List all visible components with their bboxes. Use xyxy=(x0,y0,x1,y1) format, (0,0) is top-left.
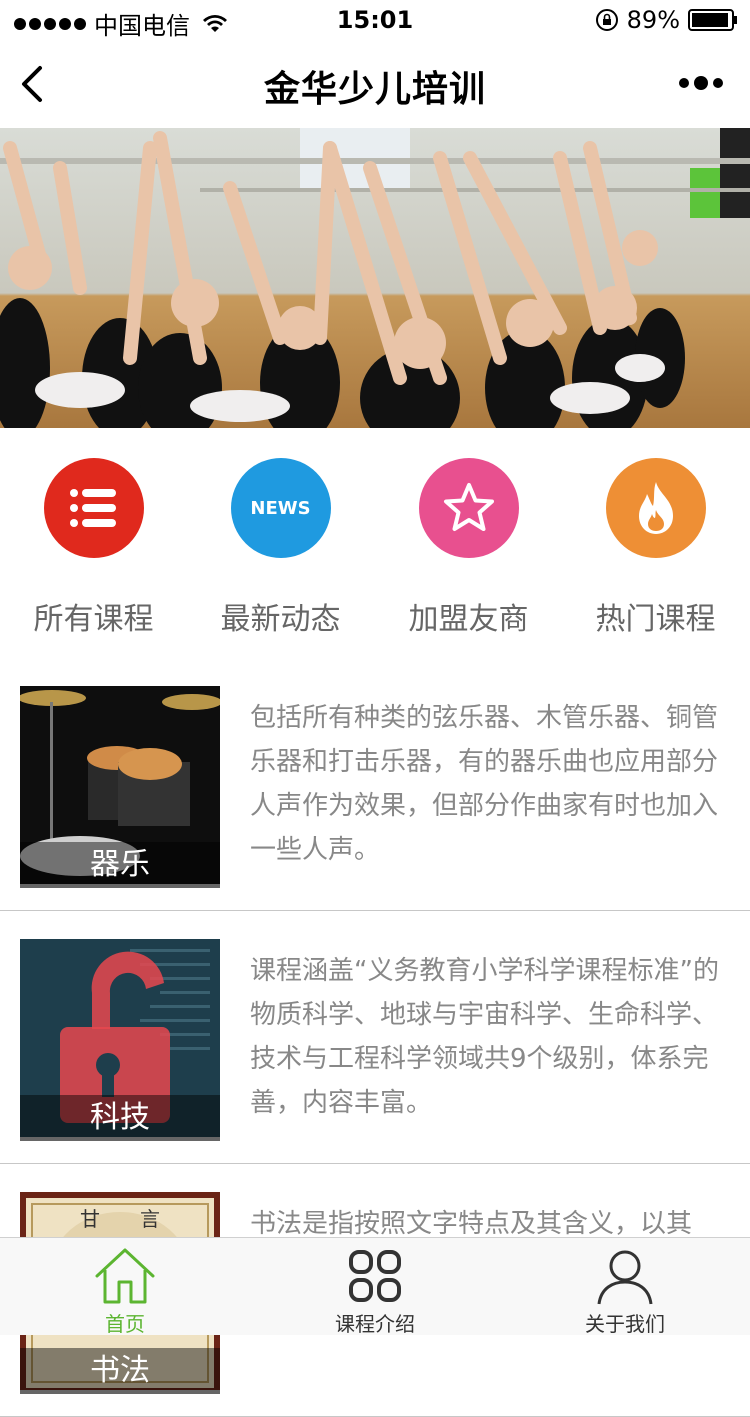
status-right: 89% xyxy=(595,6,738,34)
menu-label: 热门课程 xyxy=(595,602,716,637)
tab-about-us[interactable]: 关于我们 xyxy=(500,1238,750,1336)
list-item[interactable]: 器乐 包括所有种类的弦乐器、木管乐器、铜管乐器和打击乐器，有的器乐曲也应用部分人… xyxy=(0,658,750,911)
course-description: 课程涵盖“义务教育小学科学课程标准”的物质科学、地球与宇宙科学、生命科学、技术与… xyxy=(250,956,719,1118)
page-title: 金华少儿培训 xyxy=(263,69,486,110)
tab-courses[interactable]: 课程介绍 xyxy=(250,1238,500,1336)
home-icon xyxy=(95,1248,155,1304)
list-icon xyxy=(43,458,144,558)
course-thumbnail: 器乐 xyxy=(20,686,220,888)
orientation-lock-icon xyxy=(595,9,618,31)
menu-item-news[interactable]: NEWS 最新动态 xyxy=(187,458,374,638)
menu-label: 最新动态 xyxy=(220,602,341,637)
tab-label: 关于我们 xyxy=(585,1312,665,1336)
banner-image[interactable] xyxy=(0,128,750,428)
course-thumbnail: 科技 xyxy=(20,939,220,1141)
navigation-bar: 金华少儿培训 xyxy=(0,40,750,128)
grid-icon xyxy=(349,1250,401,1302)
course-description: 包括所有种类的弦乐器、木管乐器、铜管乐器和打击乐器，有的器乐曲也应用部分人声作为… xyxy=(250,703,719,865)
tab-label: 课程介绍 xyxy=(335,1312,415,1336)
menu-label: 加盟友商 xyxy=(408,602,529,637)
menu-item-hot-courses[interactable]: 热门课程 xyxy=(562,458,749,638)
star-icon xyxy=(418,458,519,558)
course-caption: 科技 xyxy=(20,1095,220,1141)
course-caption: 书法 xyxy=(20,1348,220,1394)
tab-label: 首页 xyxy=(105,1312,145,1336)
status-bar: 中国电信 15:01 89% xyxy=(0,0,750,40)
dance-class-photo xyxy=(0,128,750,428)
list-item[interactable]: 科技 课程涵盖“义务教育小学科学课程标准”的物质科学、地球与宇宙科学、生命科学、… xyxy=(0,911,750,1164)
svg-text:言: 言 xyxy=(140,1207,160,1231)
thumbnail-bottom-bar xyxy=(20,1390,220,1394)
svg-text:甘: 甘 xyxy=(80,1207,100,1231)
menu-item-partners[interactable]: 加盟友商 xyxy=(375,458,562,638)
more-options-icon[interactable] xyxy=(678,74,724,92)
fire-icon xyxy=(605,458,706,558)
battery-icon xyxy=(688,9,737,31)
thumbnail-bottom-bar xyxy=(20,1137,220,1141)
course-caption: 器乐 xyxy=(20,842,220,888)
news-icon: NEWS xyxy=(230,458,331,558)
news-icon-text: NEWS xyxy=(250,497,311,519)
category-menu: 所有课程 NEWS 最新动态 加盟友商 热门课程 xyxy=(0,428,750,658)
menu-label: 所有课程 xyxy=(33,602,154,637)
battery-percent: 89% xyxy=(626,6,680,34)
tab-home[interactable]: 首页 xyxy=(0,1238,250,1336)
user-icon xyxy=(597,1250,653,1305)
menu-item-all-courses[interactable]: 所有课程 xyxy=(0,458,187,638)
bottom-tab-bar: 首页 课程介绍 关于我们 xyxy=(0,1237,750,1336)
thumbnail-bottom-bar xyxy=(20,884,220,888)
